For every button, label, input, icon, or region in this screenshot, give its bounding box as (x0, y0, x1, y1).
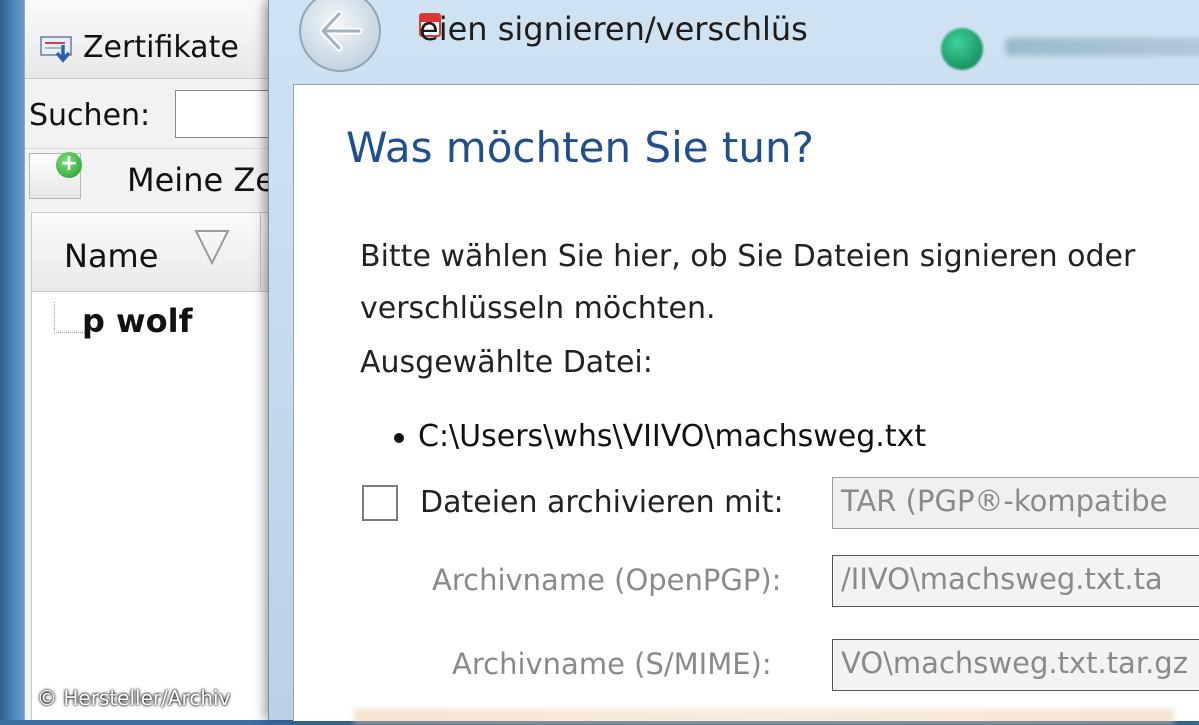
certificate-list: p wolf (31, 292, 286, 720)
description-line-2: verschlüsseln möchten. (360, 291, 716, 326)
my-certificates-tab[interactable]: Meine Ze (127, 161, 275, 199)
archive-name-openpgp-field[interactable]: /IIVO\machsweg.txt.ta (832, 555, 1199, 607)
certificates-button-label: Zertifikate (83, 30, 239, 65)
selected-file-item: C:\Users\whs\VIIVO\machsweg.txt (394, 419, 927, 454)
archive-name-smime-field[interactable]: VO\machsweg.txt.tar.gz (832, 639, 1199, 691)
column-separator[interactable] (260, 213, 261, 293)
search-row: Suchen: (25, 84, 295, 144)
archive-checkbox[interactable] (362, 485, 398, 521)
archive-name-smime-label: Archivname (S/MIME): (452, 647, 772, 681)
archive-checkbox-label[interactable]: Dateien archivieren mit: (420, 485, 784, 520)
selected-file-label: Ausgewählte Datei: (360, 345, 653, 380)
blurred-text (1005, 38, 1199, 56)
copyright-watermark: © Hersteller/Archiv (37, 686, 231, 710)
search-label: Suchen: (29, 98, 151, 133)
description-line-1: Bitte wählen Sie hier, ob Sie Dateien si… (360, 239, 1136, 274)
archive-name-openpgp-label: Archivname (OpenPGP): (432, 563, 782, 597)
sort-descending-icon (192, 225, 232, 269)
archive-format-select[interactable]: TAR (PGP®-kompatibe (832, 477, 1199, 529)
my-certificates-row: + Meine Ze (25, 148, 285, 209)
blurred-next-row (354, 709, 1174, 725)
selected-file-path: C:\Users\whs\VIIVO\machsweg.txt (418, 419, 927, 454)
certificates-button[interactable]: Zertifikate (39, 30, 239, 65)
back-arrow-icon (315, 8, 365, 54)
background-window: Zertifikate Suchen: + Meine Ze Name p wo… (24, 0, 295, 720)
certificate-import-icon (39, 33, 77, 63)
page-heading: Was möchten Sie tun? (346, 123, 814, 172)
dialog-content: Was möchten Sie tun? Bitte wählen Sie hi… (293, 84, 1199, 725)
add-certificate-button[interactable]: + (29, 152, 82, 199)
back-button[interactable] (299, 0, 381, 72)
blurred-background-app (941, 24, 1199, 74)
list-item[interactable]: p wolf (82, 302, 192, 340)
column-header-name[interactable]: Name (64, 237, 158, 275)
sign-encrypt-dialog: eien signieren/verschlüs Was möchten Sie… (268, 0, 1199, 725)
dialog-title: eien signieren/verschlüs (419, 10, 808, 48)
desktop-strip (0, 0, 24, 720)
list-header: Name (31, 212, 285, 293)
app-logo-icon (941, 28, 983, 70)
tree-connector (54, 302, 85, 333)
bullet-icon (394, 433, 404, 443)
background-toolbar: Zertifikate (25, 0, 285, 79)
description: Bitte wählen Sie hier, ob Sie Dateien si… (360, 231, 1135, 335)
plus-icon: + (56, 152, 82, 178)
